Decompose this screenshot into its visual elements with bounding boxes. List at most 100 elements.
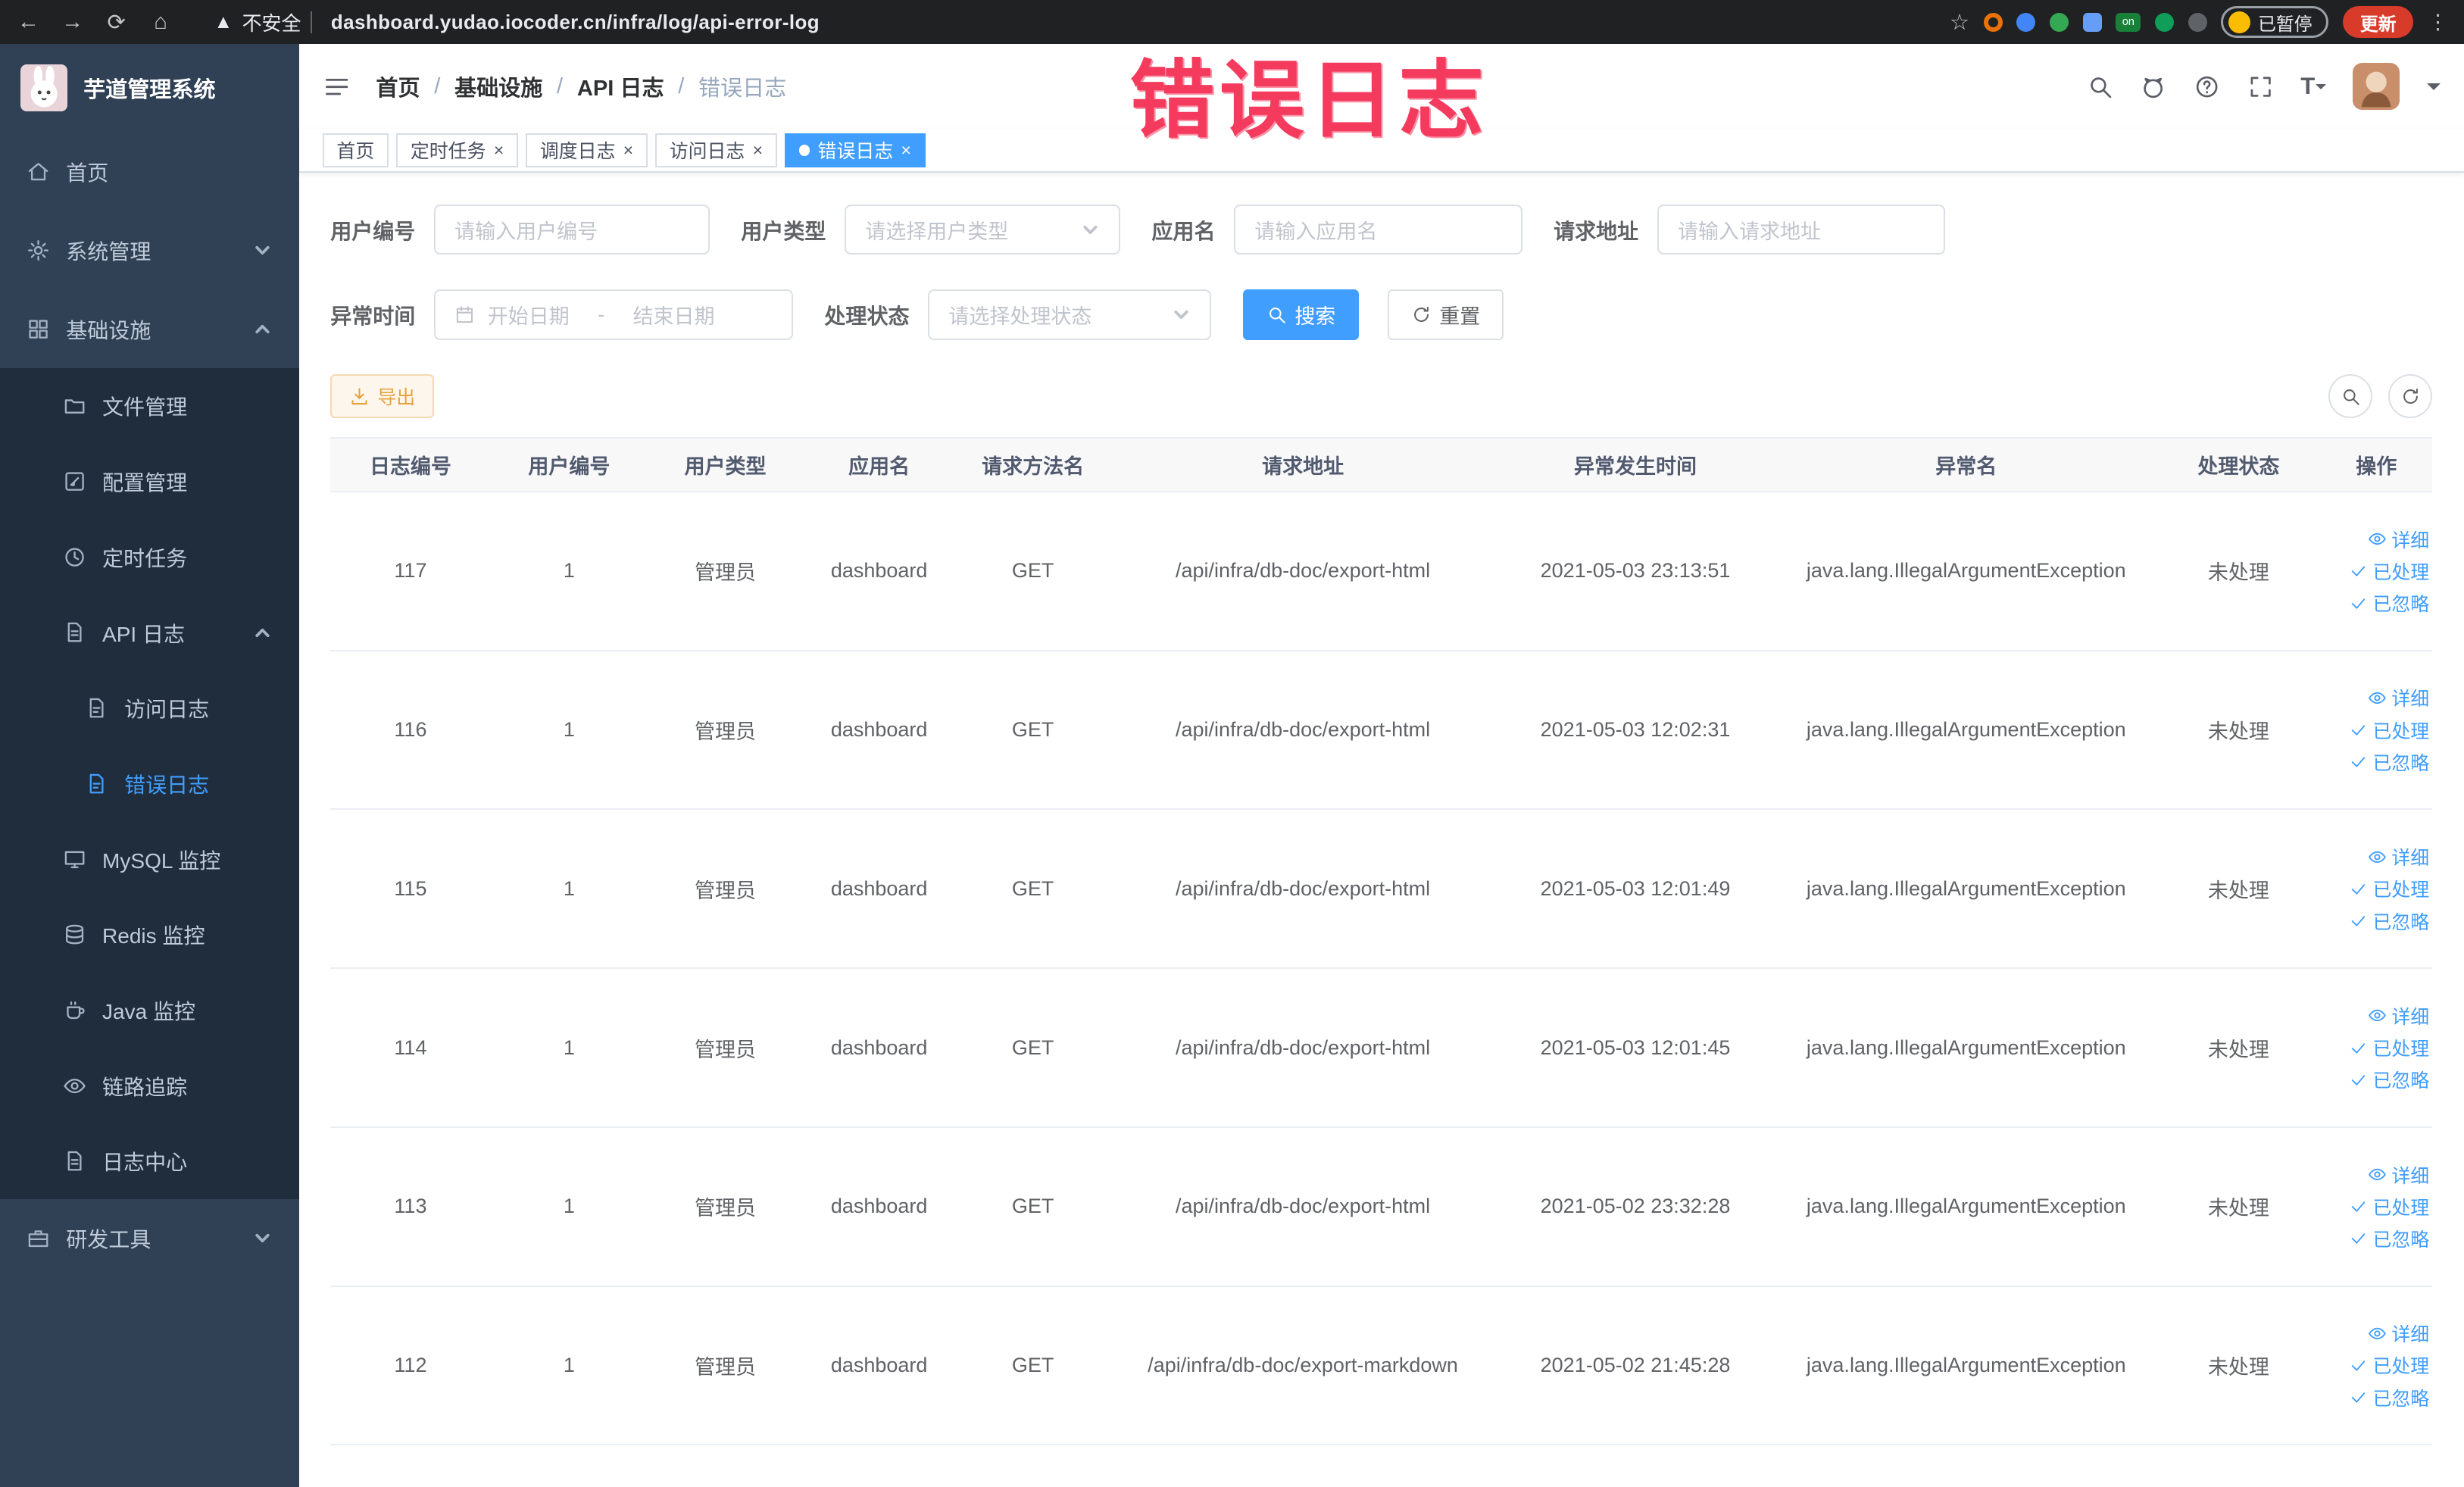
extension-icon[interactable] — [1983, 12, 2003, 32]
table-cell: dashboard — [803, 1126, 956, 1287]
extension-icon[interactable] — [2049, 12, 2069, 32]
app-logo[interactable]: 芋道管理系统 — [0, 44, 299, 132]
extension-icon[interactable] — [2016, 12, 2036, 32]
processed-link[interactable]: 已处理 — [2349, 717, 2429, 744]
table-cell: 管理员 — [647, 809, 804, 970]
user-type-select[interactable]: 请选择用户类型 — [845, 205, 1120, 255]
tab-调度日志[interactable]: 调度日志 × — [526, 133, 648, 168]
process-status-select[interactable]: 请选择处理状态 — [928, 289, 1212, 340]
tab-首页[interactable]: 首页 — [322, 133, 389, 168]
update-button[interactable]: 更新 — [2343, 6, 2414, 38]
ignored-link[interactable]: 已忽略 — [2349, 1225, 2429, 1252]
url-text[interactable]: dashboard.yudao.iocoder.cn/infra/log/api… — [331, 11, 820, 34]
bookmark-star-icon[interactable]: ☆ — [1950, 9, 1969, 36]
table-cell: dashboard — [803, 650, 956, 811]
column-header: 日志编号 — [330, 437, 491, 492]
search-button[interactable]: 搜索 — [1242, 289, 1360, 340]
paused-label: 已暂停 — [2258, 14, 2313, 35]
search-icon[interactable] — [2087, 73, 2113, 100]
processed-link[interactable]: 已处理 — [2349, 1193, 2429, 1220]
sidebar-item-mysql-monitor[interactable]: MySQL 监控 — [0, 821, 299, 897]
forward-icon[interactable]: → — [60, 10, 85, 35]
extension-icon[interactable] — [2188, 12, 2207, 32]
tab-close-icon[interactable]: × — [494, 142, 504, 159]
browser-menu-icon[interactable]: ⋮ — [2428, 11, 2448, 34]
filter-request-url: 请求地址 请输入请求地址 — [1554, 205, 1946, 255]
app-name-placeholder: 请输入应用名 — [1254, 220, 1378, 243]
processed-link[interactable]: 已处理 — [2349, 1351, 2429, 1379]
ignored-link[interactable]: 已忽略 — [2349, 908, 2429, 935]
column-header: 异常发生时间 — [1494, 437, 1776, 492]
processed-link[interactable]: 已处理 — [2349, 558, 2429, 585]
chevron-down-icon — [253, 241, 272, 260]
extension-on-badge-icon[interactable]: on — [2116, 12, 2141, 32]
ignored-link[interactable]: 已忽略 — [2349, 1384, 2429, 1411]
sidebar-item-log-center[interactable]: 日志中心 — [0, 1123, 299, 1199]
back-icon[interactable]: ← — [16, 10, 41, 35]
breadcrumb-item[interactable]: API 日志 — [577, 70, 664, 102]
app-name-input[interactable]: 请输入应用名 — [1234, 205, 1522, 255]
breadcrumb-item[interactable]: 基础设施 — [454, 70, 542, 102]
export-button[interactable]: 导出 — [330, 374, 435, 419]
folder-icon — [63, 394, 86, 417]
sidebar-item-home[interactable]: 首页 — [0, 132, 299, 211]
tab-close-icon[interactable]: × — [901, 142, 911, 159]
help-icon[interactable] — [2194, 73, 2220, 100]
ignored-link[interactable]: 已忽略 — [2349, 589, 2429, 617]
user-avatar[interactable] — [2353, 63, 2400, 111]
sidebar-item-link-trace[interactable]: 链路追踪 — [0, 1048, 299, 1124]
sidebar-item-infrastructure[interactable]: 基础设施 — [0, 289, 299, 368]
refresh-table-button[interactable] — [2388, 374, 2433, 419]
sidebar-item-dev-tools[interactable]: 研发工具 — [0, 1199, 299, 1278]
sidebar-item-redis-monitor[interactable]: Redis 监控 — [0, 896, 299, 973]
tab-访问日志[interactable]: 访问日志 × — [655, 133, 777, 168]
sidebar-item-error-log[interactable]: 错误日志 — [0, 745, 299, 822]
actions-cell: 详细已处理已忽略 — [2320, 1126, 2433, 1287]
sidebar-item-java-monitor[interactable]: Java 监控 — [0, 972, 299, 1048]
profile-avatar-icon — [2228, 11, 2250, 33]
check-icon — [2349, 720, 2368, 739]
ignored-link[interactable]: 已忽略 — [2349, 748, 2429, 776]
exception-time-range-picker[interactable]: 开始日期 - 结束日期 — [434, 289, 793, 340]
reset-button[interactable]: 重置 — [1387, 289, 1504, 340]
sidebar-item-system-manage[interactable]: 系统管理 — [0, 211, 299, 289]
security-label: 不安全 — [242, 11, 301, 35]
detail-link[interactable]: 详细 — [2368, 843, 2429, 870]
tab-定时任务[interactable]: 定时任务 × — [396, 133, 518, 168]
reload-icon[interactable]: ⟳ — [104, 9, 129, 36]
tab-close-icon[interactable]: × — [753, 142, 763, 159]
chevron-down-icon[interactable] — [2426, 83, 2441, 97]
processed-link[interactable]: 已处理 — [2349, 1034, 2429, 1061]
request-url-input[interactable]: 请输入请求地址 — [1657, 205, 1946, 255]
toggle-search-button[interactable] — [2328, 374, 2373, 419]
detail-link[interactable]: 详细 — [2368, 1161, 2429, 1189]
sidebar-item-config-manage[interactable]: 配置管理 — [0, 443, 299, 520]
extension-icon[interactable] — [2082, 12, 2102, 32]
processed-link[interactable]: 已处理 — [2349, 875, 2429, 902]
github-icon[interactable] — [2140, 73, 2166, 100]
detail-link[interactable]: 详细 — [2368, 684, 2429, 711]
sidebar-item-access-log[interactable]: 访问日志 — [0, 670, 299, 746]
profile-paused-badge[interactable]: 已暂停 — [2221, 6, 2329, 38]
doc-edit-icon — [85, 772, 108, 795]
tab-错误日志[interactable]: 错误日志 × — [785, 133, 926, 168]
sidebar-item-api-log[interactable]: API 日志 — [0, 595, 299, 670]
sidebar-toggle-icon[interactable] — [323, 73, 351, 101]
table-toolbar: 导出 — [330, 374, 2433, 419]
font-size-icon[interactable]: T — [2300, 73, 2327, 100]
sidebar-item-scheduled-jobs[interactable]: 定时任务 — [0, 519, 299, 595]
detail-link[interactable]: 详细 — [2368, 1002, 2429, 1029]
calendar-icon — [454, 305, 475, 325]
home-icon[interactable]: ⌂ — [148, 10, 173, 35]
fullscreen-icon[interactable] — [2247, 73, 2274, 100]
tab-close-icon[interactable]: × — [623, 142, 633, 159]
sidebar-item-file-manage[interactable]: 文件管理 — [0, 368, 299, 444]
user-id-input[interactable]: 请输入用户编号 — [434, 205, 710, 255]
extension-icon[interactable] — [2155, 12, 2175, 32]
breadcrumb-item[interactable]: 首页 — [376, 70, 420, 102]
security-chip[interactable]: ▲ 不安全 — [214, 8, 312, 36]
detail-link[interactable]: 详细 — [2368, 1320, 2429, 1347]
ignored-link[interactable]: 已忽略 — [2349, 1066, 2429, 1093]
sidebar-item-label: API 日志 — [102, 622, 186, 646]
detail-link[interactable]: 详细 — [2368, 526, 2429, 553]
